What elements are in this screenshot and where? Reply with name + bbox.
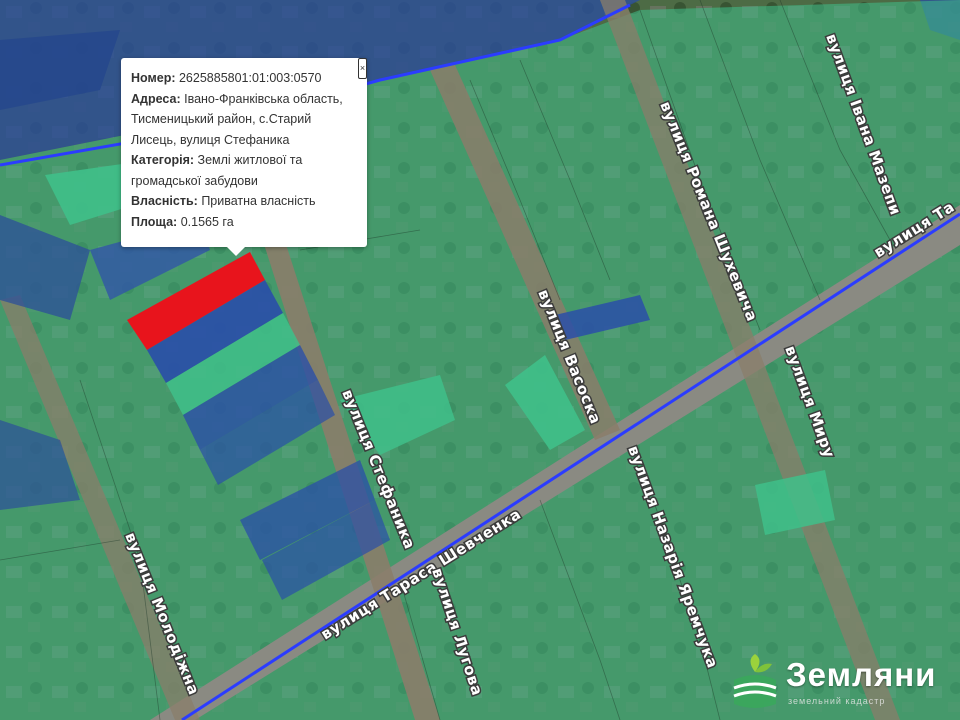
close-icon: ×	[359, 63, 366, 73]
ownership-label: Власність:	[131, 194, 198, 208]
cadastral-map[interactable]: вулиця Тараса Шевченка вулиця Стефаника …	[0, 0, 960, 720]
logo-mark-icon	[733, 654, 777, 708]
category-label: Категорія:	[131, 153, 195, 167]
logo-tagline: земельний кадастр	[788, 696, 886, 706]
popup-pointer	[226, 246, 246, 256]
zemliany-logo: Земляни земельний кадастр	[728, 652, 960, 720]
address-label: Адреса:	[131, 91, 181, 106]
popup-ownership-row: Власність: Приватна власність	[131, 191, 357, 212]
number-value: 2625885801:01:003:0570	[178, 71, 322, 85]
number-label: Номер:	[131, 71, 176, 85]
popup-close-button[interactable]: ×	[358, 58, 367, 79]
popup-area-row: Площа: 0.1565 га	[131, 212, 357, 233]
area-value: 0.1565 га	[180, 214, 234, 229]
ownership-value: Приватна власність	[201, 194, 316, 208]
popup-number-row: Номер: 2625885801:01:003:0570	[131, 68, 357, 89]
area-label: Площа:	[131, 214, 178, 229]
popup-category-row: Категорія: Землі житлової та громадської…	[131, 150, 357, 191]
logo-name: Земляни	[786, 656, 937, 693]
popup-address-row: Адреса: Івано-Франківська область, Тисме…	[131, 89, 357, 151]
parcel-info-popup: Номер: 2625885801:01:003:0570 Адреса: Ів…	[121, 58, 367, 247]
